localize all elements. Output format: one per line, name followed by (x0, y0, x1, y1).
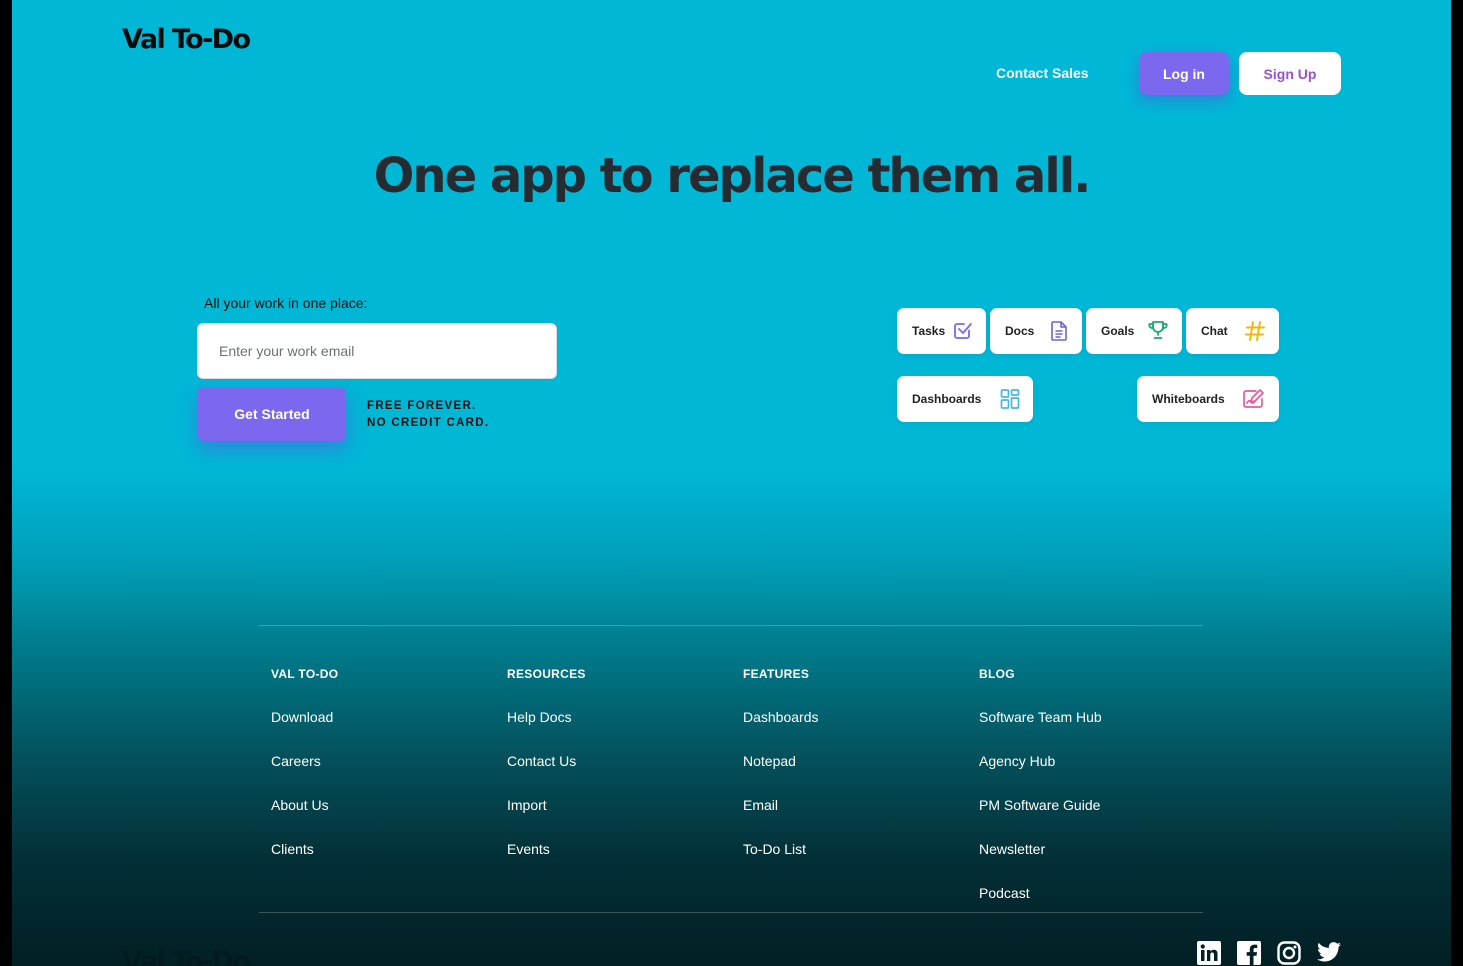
free-forever-note: FREE FOREVER. NO CREDIT CARD. (367, 398, 489, 432)
feature-label: Chat (1201, 324, 1228, 338)
footer-column-resources: RESOURCES Help Docs Contact Us Import Ev… (507, 667, 586, 857)
feature-chip-whiteboards[interactable]: Whiteboards (1137, 376, 1279, 422)
twitter-icon[interactable] (1317, 941, 1341, 963)
footer-link-help-docs[interactable]: Help Docs (507, 709, 572, 725)
feature-label: Tasks (912, 324, 946, 338)
feature-chip-goals[interactable]: Goals (1086, 308, 1182, 354)
signup-button[interactable]: Sign Up (1239, 52, 1341, 95)
footer-column-blog: BLOG Software Team Hub Agency Hub PM Sof… (979, 667, 1102, 901)
footer-link-clients[interactable]: Clients (271, 841, 314, 857)
linkedin-icon[interactable] (1197, 941, 1221, 965)
footer-brand-logo[interactable]: Val To-Do (122, 946, 251, 966)
footer-link-dashboards[interactable]: Dashboards (743, 709, 819, 725)
footer-heading: VAL TO-DO (271, 667, 339, 681)
feature-chip-tasks[interactable]: Tasks (897, 308, 986, 354)
free-note-line-1: FREE FOREVER. (367, 400, 477, 412)
footer-link-software-team-hub[interactable]: Software Team Hub (979, 709, 1102, 725)
feature-chip-docs[interactable]: Docs (990, 308, 1082, 354)
whiteboard-icon (1243, 389, 1264, 408)
footer-heading: RESOURCES (507, 667, 586, 681)
brand-logo[interactable]: Val To-Do (122, 24, 251, 55)
footer-link-pm-software-guide[interactable]: PM Software Guide (979, 797, 1100, 813)
login-button[interactable]: Log in (1139, 52, 1229, 95)
feature-chip-dashboards[interactable]: Dashboards (897, 376, 1033, 422)
facebook-icon[interactable] (1237, 941, 1261, 965)
footer-link-contact-us[interactable]: Contact Us (507, 753, 576, 769)
landing-page: Val To-Do Contact Sales Log in Sign Up O… (12, 0, 1451, 966)
feature-label: Dashboards (912, 392, 982, 406)
feature-label: Goals (1101, 324, 1135, 338)
contact-sales-link[interactable]: Contact Sales (996, 65, 1089, 81)
footer-bottom-divider (259, 912, 1203, 913)
free-note-line-2: NO CREDIT CARD. (367, 417, 490, 429)
footer-link-import[interactable]: Import (507, 797, 547, 813)
footer-link-podcast[interactable]: Podcast (979, 885, 1030, 901)
instagram-icon[interactable] (1277, 941, 1301, 965)
feature-chip-chat[interactable]: Chat (1186, 308, 1279, 354)
footer-link-newsletter[interactable]: Newsletter (979, 841, 1045, 857)
footer-link-about-us[interactable]: About Us (271, 797, 329, 813)
footer-column-features: FEATURES Dashboards Notepad Email To-Do … (743, 667, 819, 857)
footer-link-todo-list[interactable]: To-Do List (743, 841, 806, 857)
email-label: All your work in one place: (204, 295, 368, 311)
footer-link-notepad[interactable]: Notepad (743, 753, 796, 769)
get-started-button[interactable]: Get Started (198, 387, 346, 441)
footer-top-divider (259, 625, 1203, 626)
footer-column-val-todo: VAL TO-DO Download Careers About Us Clie… (271, 667, 339, 857)
footer-link-download[interactable]: Download (271, 709, 333, 725)
footer-link-email[interactable]: Email (743, 797, 778, 813)
check-square-icon (954, 323, 972, 339)
footer-link-agency-hub[interactable]: Agency Hub (979, 753, 1055, 769)
trophy-icon (1148, 321, 1168, 339)
footer-link-careers[interactable]: Careers (271, 753, 321, 769)
footer-link-events[interactable]: Events (507, 841, 550, 857)
footer-heading: FEATURES (743, 667, 810, 681)
work-email-input[interactable] (197, 323, 557, 379)
document-icon (1051, 321, 1067, 341)
grid-icon (1000, 389, 1020, 409)
feature-label: Docs (1005, 324, 1035, 338)
hashtag-icon (1245, 321, 1265, 341)
hero-title: One app to replace them all. (373, 148, 1092, 204)
footer-heading: BLOG (979, 667, 1015, 681)
feature-label: Whiteboards (1152, 392, 1225, 406)
